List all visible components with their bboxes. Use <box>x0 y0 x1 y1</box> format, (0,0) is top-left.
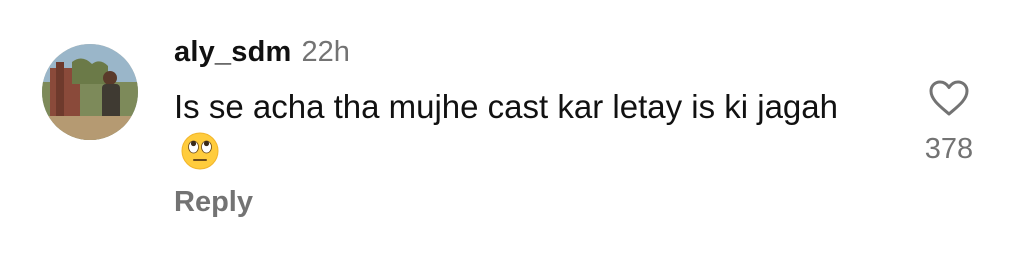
like-count: 378 <box>924 133 974 165</box>
rolling-eyes-emoji-icon <box>180 131 220 171</box>
timestamp: 22h <box>301 36 350 68</box>
comment-meta: aly_sdm 22h <box>174 36 874 76</box>
avatar-photo <box>42 44 138 140</box>
avatar[interactable] <box>42 44 138 140</box>
like-section: 378 <box>914 78 984 166</box>
username-link[interactable]: aly_sdm <box>174 36 291 69</box>
heart-icon[interactable] <box>927 78 971 118</box>
comment-text-content: Is se acha tha mujhe cast kar letay is k… <box>174 88 838 125</box>
comment-item: aly_sdm 22h Is se acha tha mujhe cast ka… <box>0 0 1024 255</box>
comment-body: aly_sdm 22h Is se acha tha mujhe cast ka… <box>174 36 874 219</box>
reply-button[interactable]: Reply <box>174 186 253 219</box>
comment-text: Is se acha tha mujhe cast kar letay is k… <box>174 84 874 176</box>
